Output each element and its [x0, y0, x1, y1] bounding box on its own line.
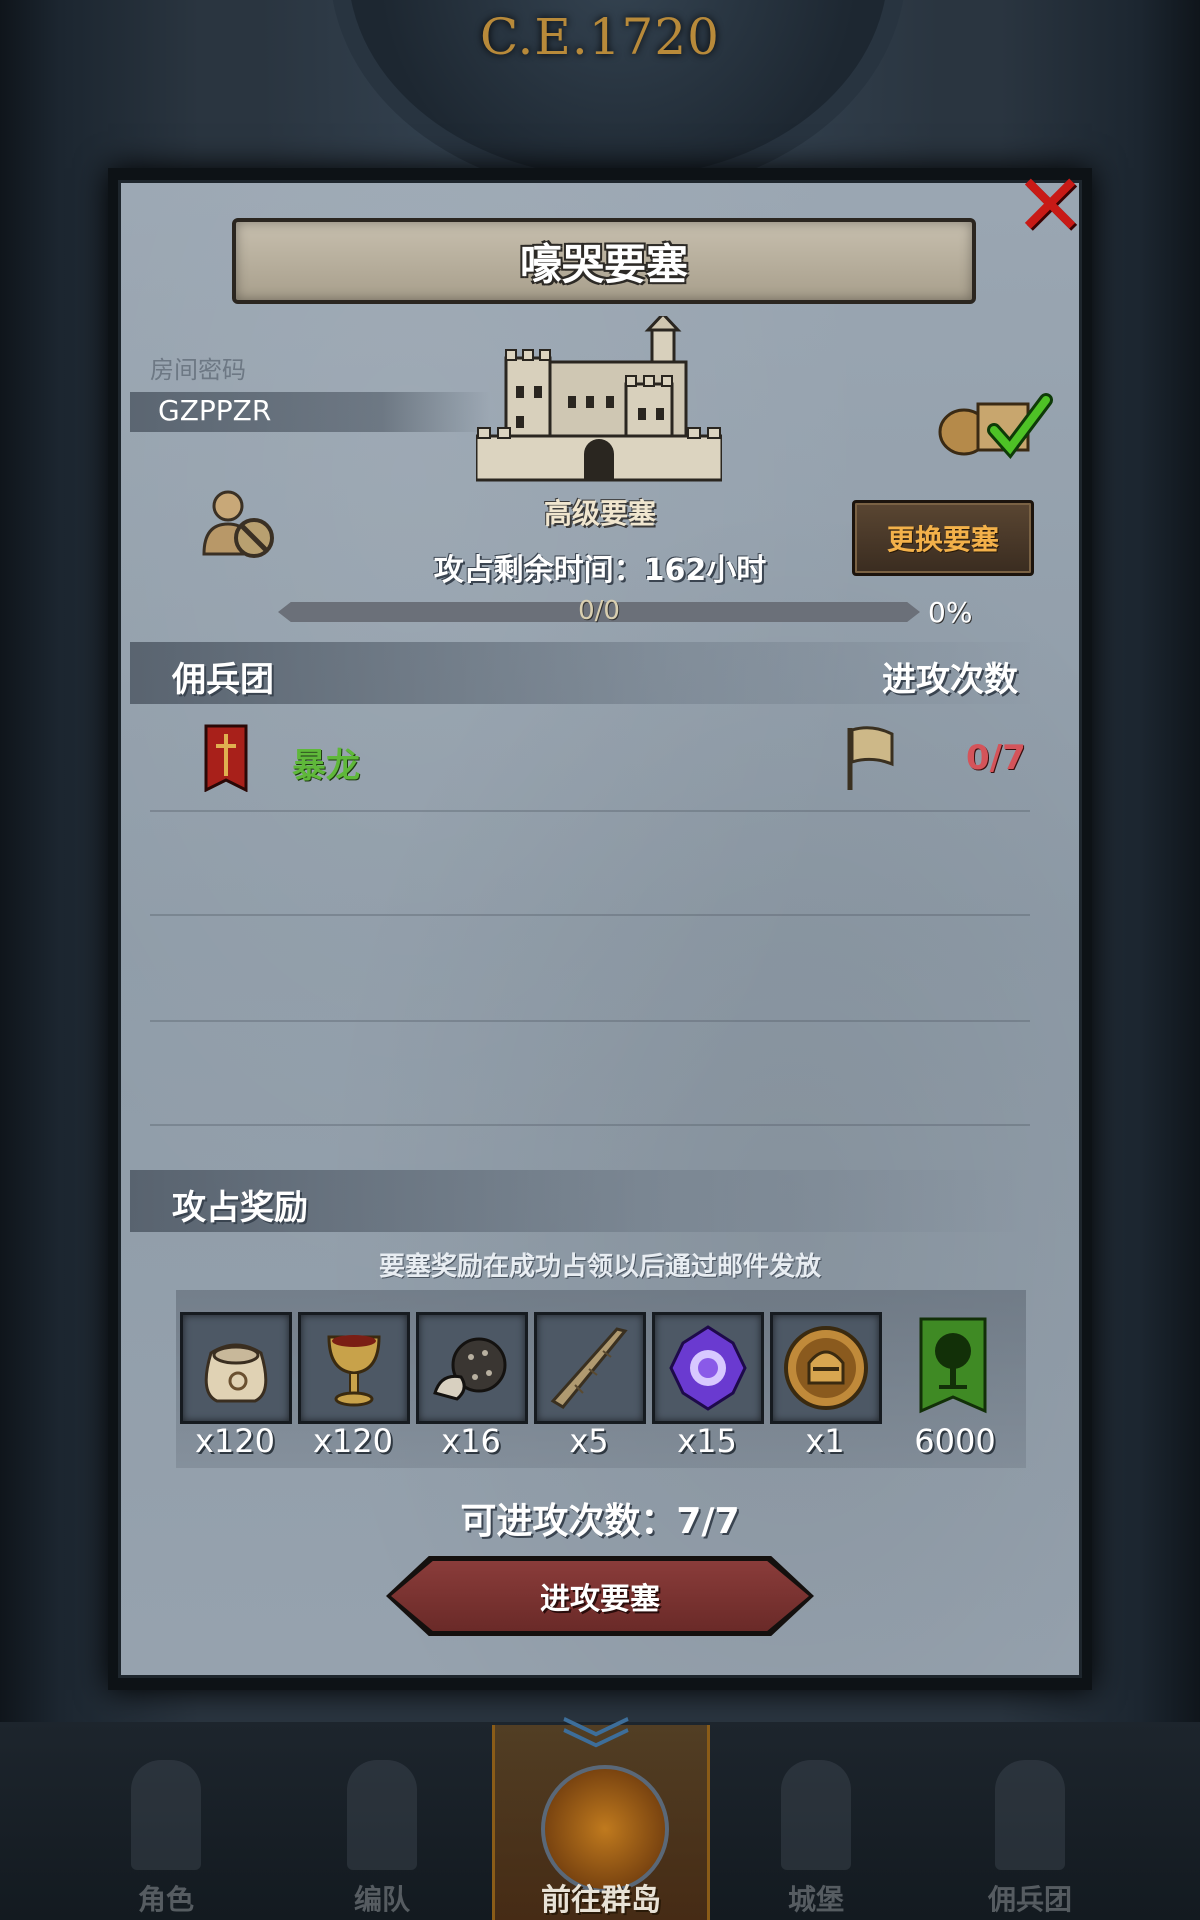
attack-fortress-button[interactable]: 进攻要塞 [386, 1556, 814, 1636]
attack-count-header: 进攻次数 [882, 660, 1018, 700]
castle-icon [781, 1760, 851, 1870]
era-year-label: C.E.1720 [479, 8, 720, 66]
ore-rock-icon [433, 1337, 507, 1401]
purple-crystal-icon [669, 1325, 747, 1411]
reward-header: 攻占奖励 [172, 1188, 308, 1228]
reward-item[interactable]: x1 [770, 1312, 882, 1460]
reward-quantity: x1 [805, 1422, 845, 1460]
reward-item[interactable]: x16 [416, 1312, 528, 1460]
attack-fortress-label: 进攻要塞 [540, 1582, 660, 1617]
room-password-value: GZPPZR [158, 394, 272, 427]
reward-quantity: 6000 [914, 1422, 996, 1460]
progress-value: 0/0 [578, 596, 620, 626]
available-attacks: 可进攻次数：7/7 [460, 1501, 740, 1542]
nav-label: 城堡 [787, 1883, 844, 1916]
nav-character[interactable]: 角色 [76, 1750, 256, 1920]
guild-attack-count: 0/7 [966, 738, 1026, 778]
nav-label: 角色 [137, 1883, 194, 1916]
knight-icon [131, 1760, 201, 1870]
nav-islands[interactable]: ︾ 前往群岛 [492, 1717, 710, 1920]
guild-name[interactable]: 暴龙 [292, 738, 360, 787]
nav-label: 前往群岛 [541, 1883, 661, 1918]
globe-icon [541, 1765, 669, 1893]
title-banner: 嚎哭要塞 [232, 218, 976, 304]
castle-icon [476, 316, 722, 482]
reward-item[interactable]: x15 [652, 1312, 764, 1460]
time-remaining: 攻占剩余时间：162小时 [433, 553, 767, 588]
reward-item[interactable]: x120 [298, 1312, 410, 1460]
mercenary-icon [995, 1760, 1065, 1870]
row-divider [150, 1020, 1030, 1022]
close-icon[interactable]: ✕ [1010, 163, 1090, 249]
attack-flag-icon [847, 726, 894, 790]
reward-item[interactable]: x120 [180, 1312, 292, 1460]
reward-note: 要塞奖励在成功占领以后通过邮件发放 [378, 1252, 821, 1282]
guild-sword-banner-icon [204, 724, 248, 792]
nav-label: 编队 [353, 1883, 410, 1916]
reward-claimed-icon[interactable] [934, 382, 1054, 462]
coin-sack-icon [204, 1343, 268, 1403]
row-divider [150, 1124, 1030, 1126]
tree-banner-icon [919, 1317, 987, 1414]
row-divider [150, 810, 1030, 812]
nav-formation[interactable]: 编队 [292, 1750, 472, 1920]
dialog-title: 嚎哭要塞 [519, 239, 688, 289]
nav-label: 佣兵团 [987, 1883, 1072, 1916]
mercenary-header: 佣兵团 [172, 660, 274, 700]
progress-percent: 0% [928, 596, 973, 629]
nav-mercenary[interactable]: 佣兵团 [940, 1750, 1120, 1920]
reward-item[interactable]: x5 [534, 1312, 646, 1460]
reward-item[interactable]: 6000 [900, 1312, 1010, 1460]
horn-icon [550, 1327, 628, 1409]
row-divider [150, 914, 1030, 916]
knight-helmet-medal-icon [784, 1326, 868, 1410]
goblet-icon [327, 1335, 381, 1407]
helmet-icon [347, 1760, 417, 1870]
room-password-label: 房间密码 [150, 356, 246, 384]
nav-castle[interactable]: 城堡 [726, 1750, 906, 1920]
